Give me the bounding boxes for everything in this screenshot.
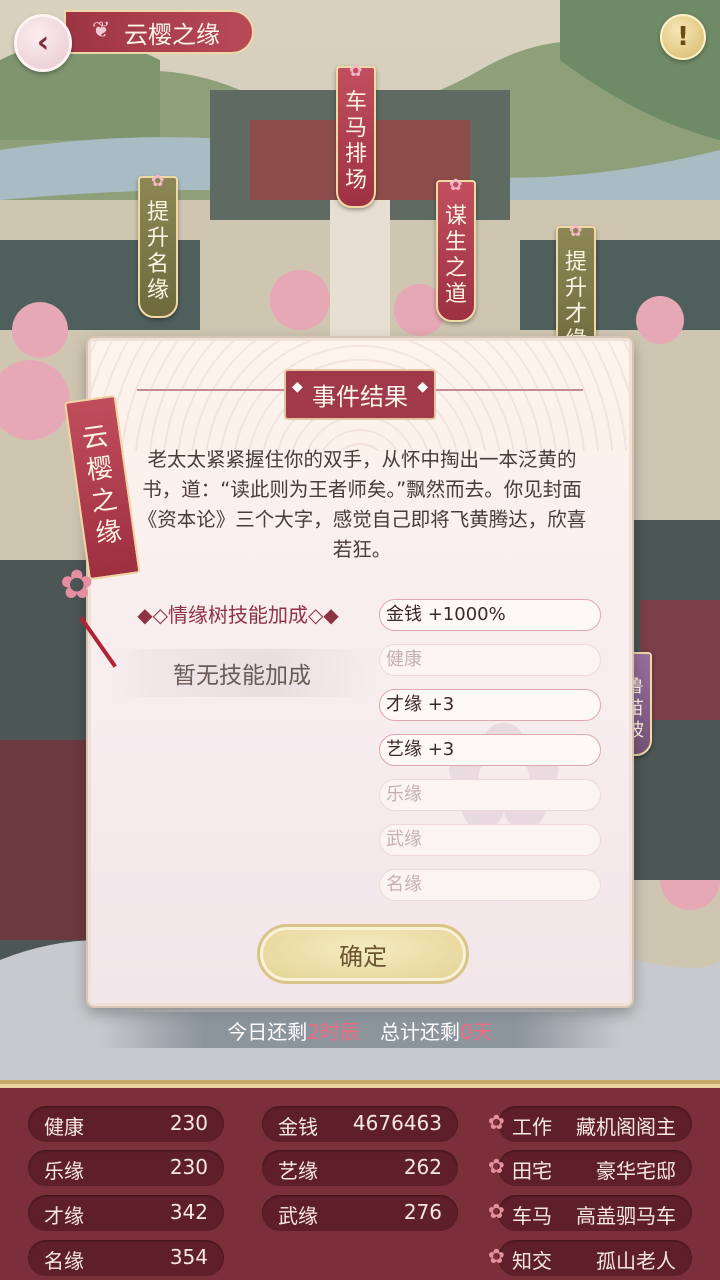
reward-art: 艺缘 +3: [379, 734, 601, 766]
asset-residence[interactable]: ✿ 田宅 豪华宅邸: [488, 1150, 692, 1186]
reward-money: 金钱 +1000%: [379, 599, 601, 631]
event-result-dialog: 事件结果 老太太紧紧握住你的双手，从怀中掏出一本泛黄的书，道：“读此则为王者师矣…: [88, 338, 632, 1006]
cherry-blossom-icon: ✿: [60, 562, 94, 608]
chevron-left-icon: ‹: [36, 25, 50, 60]
blossom-icon: ✿: [488, 1154, 505, 1178]
tassel-decoration: 云樱之缘 ✿: [56, 394, 141, 682]
total-remaining: 总计还剩0天: [380, 1019, 493, 1044]
reward-fame: 名缘: [379, 869, 601, 901]
skill-section-label: ◆◇情缘树技能加成◇◆: [137, 603, 339, 627]
page-title: 云樱之缘: [124, 20, 220, 49]
blossom-icon: ✿: [488, 1244, 505, 1268]
exclamation-icon: !: [677, 22, 689, 52]
stat-talent: 才缘 342: [28, 1195, 224, 1231]
tassel-tag: 云樱之缘: [64, 394, 141, 581]
blossom-icon: ✿: [488, 1199, 505, 1223]
asset-job[interactable]: ✿ 工作 藏机阁阁主: [488, 1106, 692, 1142]
map-banner-fame[interactable]: ✿ 提升名缘: [138, 171, 178, 318]
event-description: 老太太紧紧握住你的双手，从怀中掏出一本泛黄的书，道：“读此则为王者师矣。”飘然而…: [137, 448, 587, 561]
stat-money: 金钱 4676463: [262, 1106, 458, 1142]
map-banner-carriage[interactable]: ✿ 车马排场: [336, 61, 376, 208]
no-skill-bonus-text: 暂无技能加成: [111, 649, 373, 697]
stat-music: 乐缘 230: [28, 1150, 224, 1186]
reward-music: 乐缘: [379, 779, 601, 811]
stat-martial: 武缘 276: [262, 1195, 458, 1231]
asset-friend[interactable]: ✿ 知交 孤山老人: [488, 1240, 692, 1276]
stat-fame: 名缘 354: [28, 1240, 224, 1276]
back-button[interactable]: ‹: [14, 14, 72, 72]
info-button[interactable]: !: [660, 14, 706, 60]
reward-talent: 才缘 +3: [379, 689, 601, 721]
top-bar: ❦ 云樱之缘 ‹ !: [0, 0, 720, 80]
asset-carriage[interactable]: ✿ 车马 高盖驷马车: [488, 1195, 692, 1231]
tassel-string: [79, 616, 117, 668]
reward-list: 金钱 +1000% 健康 才缘 +3 艺缘 +3 乐缘 武缘 名缘: [379, 599, 601, 914]
stat-art: 艺缘 262: [262, 1150, 458, 1186]
blossom-icon: ✿: [449, 175, 463, 194]
reward-martial: 武缘: [379, 824, 601, 856]
stats-panel: 健康 230 乐缘 230 才缘 342 名缘 354 金钱 4676463 艺缘 262 …: [0, 1080, 720, 1280]
blossom-icon: ✿: [151, 171, 165, 190]
stat-health: 健康 230: [28, 1106, 224, 1142]
dialog-title: 事件结果: [284, 369, 436, 420]
map-banner-livelihood[interactable]: ✿ 谋生之道: [436, 175, 476, 322]
blossom-icon: ✿: [569, 221, 583, 240]
confirm-button[interactable]: 确定: [257, 924, 469, 984]
title-banner: ❦ 云樱之缘: [64, 10, 254, 54]
butterfly-icon: ❦: [92, 18, 111, 43]
reward-health: 健康: [379, 644, 601, 676]
today-remaining: 今日还剩2时辰: [227, 1019, 360, 1044]
time-remaining-bar: 今日还剩2时辰 总计还剩0天: [100, 1012, 620, 1048]
blossom-icon: ✿: [488, 1110, 505, 1134]
